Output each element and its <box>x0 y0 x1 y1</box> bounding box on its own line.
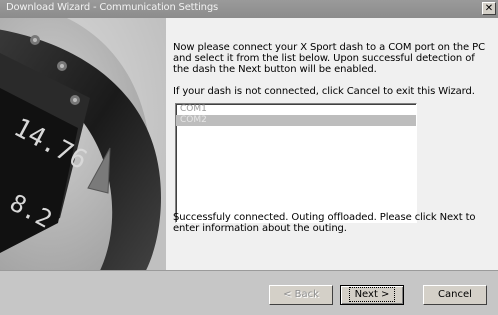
back-button[interactable]: < Back <box>269 285 333 305</box>
list-item[interactable]: COM1 <box>176 104 416 115</box>
close-button[interactable]: ✕ <box>482 2 496 15</box>
cancel-button[interactable]: Cancel <box>423 285 487 305</box>
cancel-button-label: Cancel <box>438 289 472 300</box>
wizard-side-image: 14.76 8.2 <box>0 18 166 270</box>
close-icon: ✕ <box>484 3 494 14</box>
window-title: Download Wizard - Communication Settings <box>6 2 218 13</box>
next-button[interactable]: Next > <box>340 285 404 305</box>
steering-wheel-dash-image: 14.76 8.2 <box>0 18 166 270</box>
com-port-list[interactable]: COM1 COM2 <box>175 103 417 223</box>
wizard-content: Now please connect your X Sport dash to … <box>166 18 498 270</box>
wizard-footer: < Back Next > Cancel <box>0 270 498 315</box>
status-text: Successfuly connected. Outing offloaded.… <box>173 212 476 234</box>
title-bar[interactable]: Download Wizard - Communication Settings… <box>0 0 498 18</box>
cancel-hint-text: If your dash is not connected, click Can… <box>173 86 475 97</box>
back-button-label: < Back <box>283 289 319 300</box>
next-button-label: Next > <box>348 287 396 302</box>
list-item[interactable]: COM2 <box>176 115 416 126</box>
instruction-text: Now please connect your X Sport dash to … <box>173 42 485 75</box>
wizard-window: Download Wizard - Communication Settings… <box>0 0 498 315</box>
